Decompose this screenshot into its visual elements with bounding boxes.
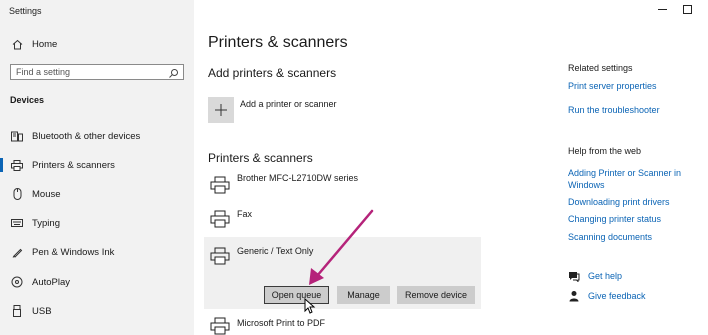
give-feedback-link[interactable]: Give feedback (567, 290, 646, 302)
section-label-devices: Devices (10, 95, 45, 105)
add-printer-button[interactable] (208, 97, 234, 123)
link-scanning-documents[interactable]: Scanning documents (568, 231, 688, 243)
search-input[interactable] (16, 66, 166, 78)
sidebar-item-label: Printers & scanners (32, 159, 115, 171)
sidebar-item-label: Mouse (32, 188, 61, 200)
link-print-server-properties[interactable]: Print server properties (568, 80, 688, 92)
bluetooth-devices-icon (10, 129, 24, 143)
printer-icon (10, 158, 24, 172)
printer-icon (210, 210, 230, 228)
minimize-icon (657, 8, 667, 10)
remove-device-button[interactable]: Remove device (397, 286, 475, 304)
printer-icon (210, 317, 230, 335)
maximize-icon (682, 4, 692, 14)
get-help-label: Get help (588, 271, 623, 281)
minimize-button[interactable] (654, 2, 670, 16)
sidebar-item-bluetooth[interactable]: Bluetooth & other devices (10, 128, 140, 144)
annotation-arrow (309, 209, 374, 285)
sidebar-item-autoplay[interactable]: AutoPlay (10, 274, 70, 290)
pen-icon (10, 245, 24, 259)
sidebar-item-label: Pen & Windows Ink (32, 246, 115, 258)
related-settings-title: Related settings (568, 63, 633, 73)
link-changing-status[interactable]: Changing printer status (568, 213, 688, 225)
sidebar-item-label: Bluetooth & other devices (32, 130, 141, 142)
sidebar-item-label: AutoPlay (32, 276, 71, 288)
app-title: Settings (9, 6, 42, 16)
usb-icon (10, 304, 24, 318)
maximize-button[interactable] (679, 2, 695, 16)
help-title: Help from the web (568, 146, 642, 156)
give-feedback-label: Give feedback (588, 291, 646, 301)
sidebar-item-pen[interactable]: Pen & Windows Ink (10, 244, 114, 260)
sidebar-item-label: USB (32, 305, 52, 317)
sidebar-item-mouse[interactable]: Mouse (10, 186, 61, 202)
printer-name: Fax (237, 209, 253, 219)
sidebar-item-printers[interactable]: Printers & scanners (0, 157, 115, 173)
search-icon[interactable] (168, 66, 179, 84)
sidebar-item-home[interactable]: Home (10, 36, 57, 52)
search-box[interactable] (10, 64, 184, 80)
keyboard-icon (10, 216, 24, 230)
mouse-cursor-icon (304, 298, 316, 314)
sidebar-item-label: Home (32, 38, 58, 50)
link-downloading-drivers[interactable]: Downloading print drivers (568, 196, 688, 208)
sidebar: Settings Home Devices Bluetooth & other … (0, 0, 194, 335)
add-printer-label[interactable]: Add a printer or scanner (240, 99, 337, 109)
chat-help-icon (567, 270, 581, 282)
page-title: Printers & scanners (208, 34, 348, 51)
section-title-printers: Printers & scanners (208, 151, 313, 165)
mouse-icon (10, 187, 24, 201)
link-adding-printer[interactable]: Adding Printer or Scanner in Windows (568, 167, 688, 191)
home-icon (10, 37, 24, 51)
section-title-add: Add printers & scanners (208, 66, 337, 80)
printer-icon (210, 176, 230, 194)
feedback-icon (567, 290, 581, 302)
sidebar-item-typing[interactable]: Typing (10, 215, 60, 231)
sidebar-item-usb[interactable]: USB (10, 303, 52, 319)
printer-icon (210, 247, 230, 265)
sidebar-item-label: Typing (32, 217, 60, 229)
printer-name: Brother MFC-L2710DW series (237, 173, 359, 183)
plus-icon (215, 104, 227, 116)
link-run-troubleshooter[interactable]: Run the troubleshooter (568, 104, 688, 116)
autoplay-icon (10, 275, 24, 289)
get-help-link[interactable]: Get help (567, 270, 622, 282)
printer-name: Microsoft Print to PDF (237, 318, 326, 328)
